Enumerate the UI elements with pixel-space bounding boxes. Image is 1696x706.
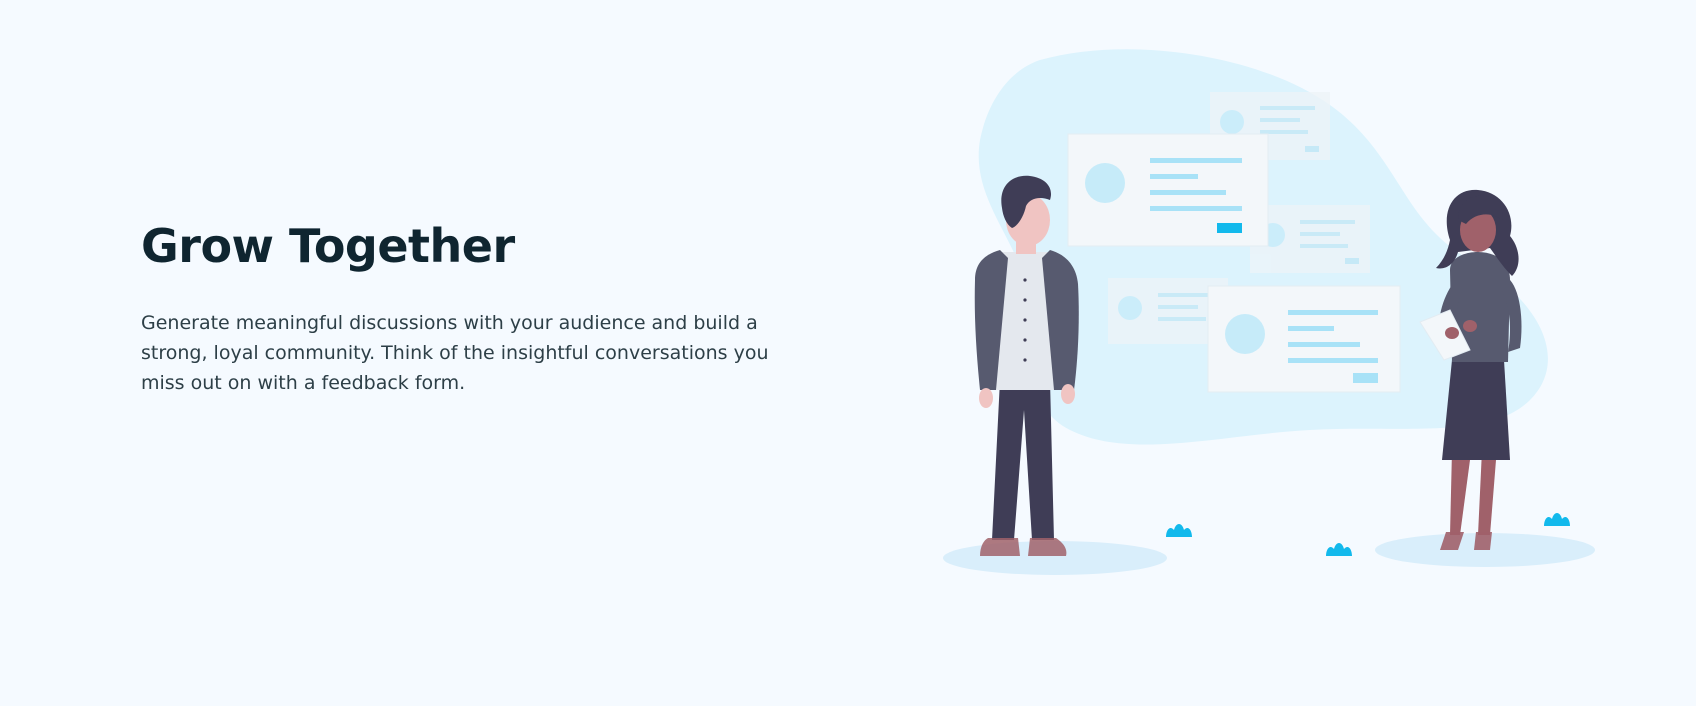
feature-text-block: Grow Together Generate meaningful discus… — [141, 218, 781, 398]
feature-description: Generate meaningful discussions with you… — [141, 312, 769, 394]
feature-title: Grow Together — [141, 219, 515, 273]
plant-left — [1166, 524, 1192, 537]
card-front-bottom — [1207, 285, 1401, 393]
people-discussion-illustration — [930, 30, 1630, 590]
plant-right — [1544, 513, 1570, 526]
card-front-top — [1067, 133, 1269, 247]
feature-section: Grow Together Generate meaningful discus… — [0, 0, 1696, 706]
plant-middle — [1326, 543, 1352, 556]
